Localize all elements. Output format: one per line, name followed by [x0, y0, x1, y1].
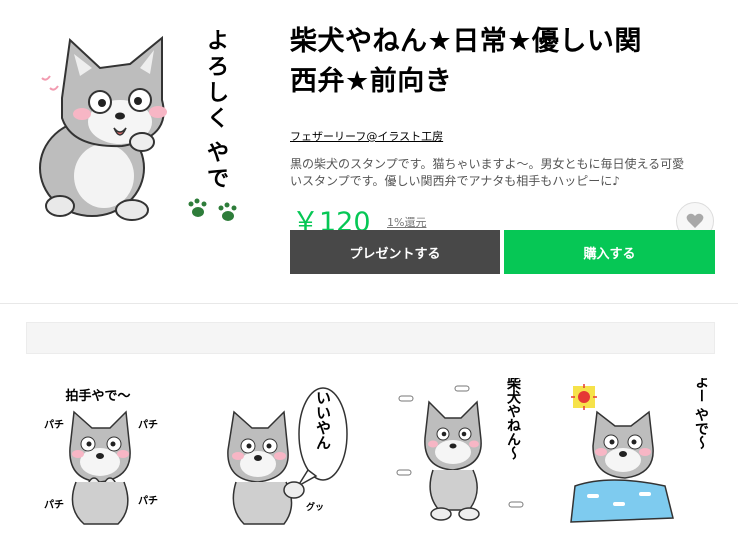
svg-text:で: で — [207, 167, 229, 192]
product-title: 柴犬やねん★日常★優しい関 西弁★前向き — [290, 22, 720, 102]
svg-text:パチ: パチ — [138, 419, 158, 431]
product-info: 柴犬やねん★日常★優しい関 西弁★前向き フェザーリーフ@イラスト工房 黒の柴犬… — [290, 22, 720, 240]
buy-button[interactable]: 購入する — [504, 230, 715, 274]
svg-text:パチ: パチ — [44, 419, 64, 431]
sticker-preview-3[interactable]: 柴犬やねん〜 — [389, 375, 539, 526]
svg-text:ろ: ろ — [207, 55, 229, 80]
hero-text-1-char: よ — [207, 29, 229, 54]
svg-text:し: し — [207, 81, 229, 106]
svg-text:く: く — [207, 107, 229, 132]
product-description: 黒の柴犬のスタンプです。猫ちゃいますよ〜。男女ともに毎日使える可愛 いスタンプで… — [290, 156, 718, 190]
svg-text:グッ: グッ — [306, 501, 324, 513]
preview-4-text: おはよー やで〜 — [693, 378, 709, 451]
preview-2-bubble: いいやん — [314, 390, 332, 450]
sticker-preview-1[interactable]: 拍手やで〜 パチ パチ パチ パチ — [26, 378, 176, 526]
present-button[interactable]: プレゼントする — [290, 230, 500, 274]
description-line1: 黒の柴犬のスタンプです。猫ちゃいますよ〜。男女ともに毎日使える可愛 — [290, 157, 685, 171]
sticker-preview-grid: 拍手やで〜 パチ パチ パチ パチ いいやん グッ 柴犬やねん〜 おはよー やで… — [26, 347, 719, 528]
paw-prints-icon — [188, 198, 237, 221]
sticker-preview-2[interactable]: いいやん グッ — [208, 378, 358, 526]
svg-text:パチ: パチ — [44, 499, 64, 511]
section-divider — [0, 303, 738, 304]
svg-text:パチ: パチ — [138, 495, 158, 507]
heart-icon — [686, 213, 704, 228]
main-sticker-image: よ ろ し く や で — [22, 18, 252, 230]
author-link[interactable]: フェザーリーフ@イラスト工房 — [290, 128, 443, 144]
product-title-line2: 西弁★前向き — [290, 66, 453, 97]
action-buttons: プレゼントする 購入する — [290, 230, 716, 274]
info-banner — [26, 322, 715, 354]
cashback-link[interactable]: 1%還元 — [387, 214, 426, 230]
svg-text:や: や — [207, 141, 229, 166]
description-line2: いスタンプです。優しい関西弁でアナタも相手もハッピーに♪ — [290, 174, 620, 188]
sticker-preview-4[interactable]: おはよー やで〜 — [569, 347, 719, 526]
preview-1-title: 拍手やで〜 — [65, 388, 130, 404]
preview-3-text: 柴犬やねん〜 — [505, 378, 522, 461]
product-title-line1: 柴犬やねん★日常★優しい関 — [290, 26, 642, 57]
